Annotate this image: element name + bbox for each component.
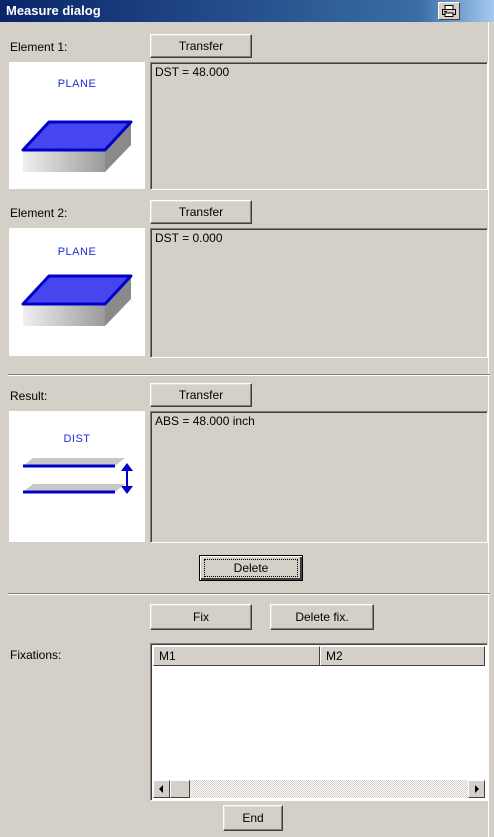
delete-button-label: Delete	[204, 559, 298, 577]
arrow-right-icon	[475, 785, 479, 793]
element1-output: DST = 48.000	[150, 62, 488, 190]
arrow-left-icon	[159, 785, 163, 793]
element2-preview: PLANE	[9, 228, 145, 356]
horizontal-scrollbar[interactable]	[153, 780, 485, 798]
element1-label: Element 1:	[10, 40, 68, 54]
column-header-m1[interactable]: M1	[153, 646, 320, 666]
title-bar: Measure dialog	[0, 0, 494, 22]
separator	[8, 593, 490, 595]
dialog-right-edge	[488, 22, 494, 837]
result-output: ABS = 48.000 inch	[150, 411, 488, 543]
scrollbar-thumb[interactable]	[170, 780, 190, 798]
element2-output: DST = 0.000	[150, 228, 488, 358]
result-transfer-button[interactable]: Transfer	[150, 383, 252, 407]
distance-icon	[23, 458, 133, 494]
window-title: Measure dialog	[6, 3, 101, 18]
delete-fix-button[interactable]: Delete fix.	[270, 604, 374, 630]
scroll-right-button[interactable]	[468, 780, 485, 798]
printer-icon[interactable]	[438, 2, 460, 20]
element1-preview: PLANE	[9, 62, 145, 189]
result-preview: DIST	[9, 411, 145, 542]
plane-icon	[21, 274, 133, 326]
result-label: Result:	[10, 389, 48, 403]
fixations-label: Fixations:	[10, 648, 62, 662]
fixations-list[interactable]: M1 M2	[150, 643, 488, 801]
delete-button[interactable]: Delete	[199, 555, 303, 581]
element1-transfer-button[interactable]: Transfer	[150, 34, 252, 58]
separator	[8, 374, 490, 376]
plane-icon	[21, 120, 133, 172]
element2-label: Element 2:	[10, 206, 68, 220]
element2-transfer-button[interactable]: Transfer	[150, 200, 252, 224]
column-header-m2[interactable]: M2	[320, 646, 485, 666]
scroll-left-button[interactable]	[153, 780, 170, 798]
end-button[interactable]: End	[223, 805, 283, 831]
fix-button[interactable]: Fix	[150, 604, 252, 630]
